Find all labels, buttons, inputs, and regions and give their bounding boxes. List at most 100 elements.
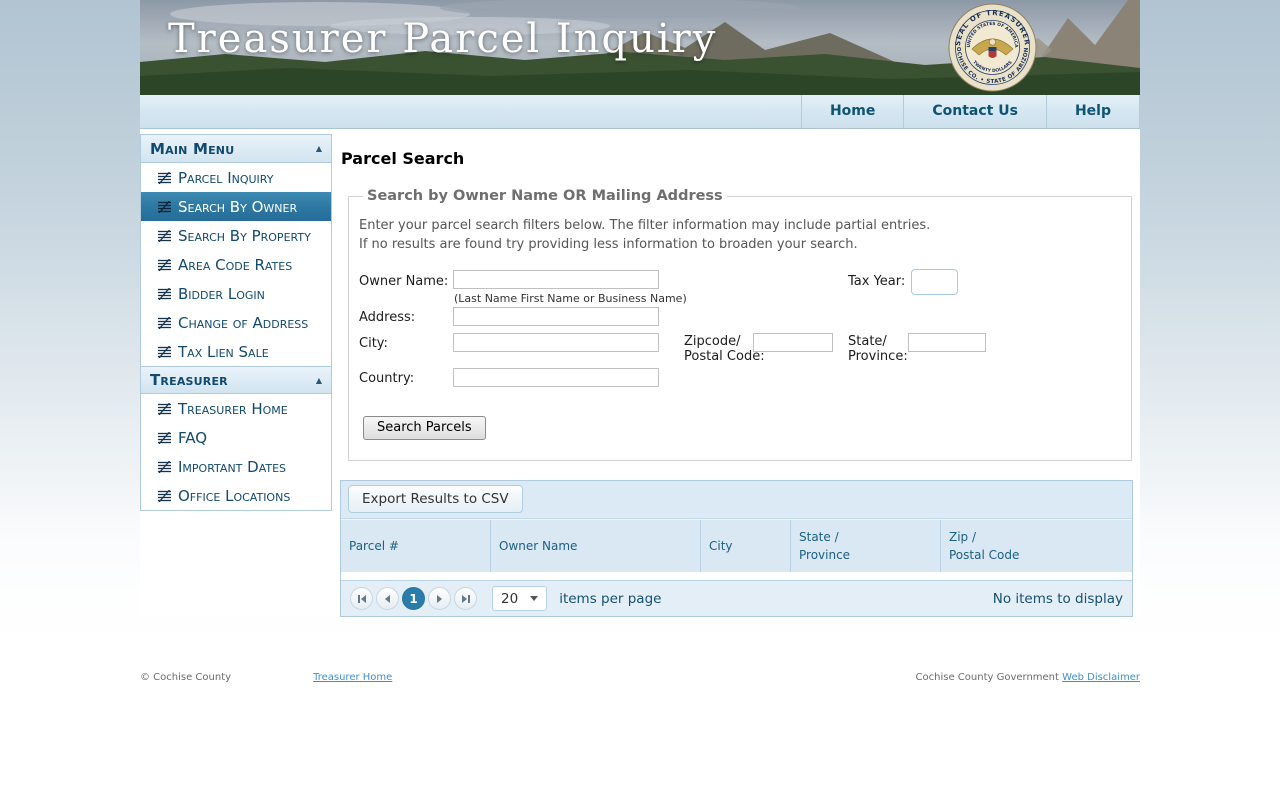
menu-doc-icon (158, 258, 171, 271)
sidebar-item-label: Important Dates (178, 457, 287, 476)
instructions-line1: Enter your parcel search filters below. … (359, 218, 931, 233)
footer-government-text: Cochise County Government Web Disclaimer (915, 672, 1140, 683)
country-input[interactable] (453, 368, 659, 387)
footer: © Cochise County Treasurer Home Cochise … (140, 672, 1140, 683)
page-container: Treasurer Parcel Inquiry SEAL OF TREASUR… (140, 0, 1140, 683)
sidebar-header-treasurer[interactable]: Treasurer ▲ (141, 366, 331, 394)
tax-year-input[interactable] (911, 269, 958, 295)
fieldset-legend: Search by Owner Name OR Mailing Address (367, 188, 723, 204)
city-input[interactable] (453, 333, 659, 352)
menu-doc-icon (158, 460, 171, 473)
sidebar-item-label: Area Code Rates (178, 255, 293, 274)
instructions: Enter your parcel search filters below. … (359, 216, 1121, 254)
sidebar-item-label: Change of Address (178, 313, 309, 332)
sidebar-group-main-menu: Main Menu ▲ Parcel Inquiry Search By Own… (141, 135, 331, 366)
grid-empty-body (341, 572, 1132, 580)
sidebar-item-important-dates[interactable]: Important Dates (141, 452, 331, 481)
column-header-state-province[interactable]: State / Province (791, 520, 941, 572)
menu-doc-icon (158, 402, 171, 415)
sidebar-item-tax-lien-sale[interactable]: Tax Lien Sale (141, 337, 331, 366)
collapse-arrow-icon: ▲ (315, 144, 322, 153)
last-page-icon (461, 594, 467, 603)
sidebar-item-parcel-inquiry[interactable]: Parcel Inquiry (141, 163, 331, 192)
state-input[interactable] (908, 333, 986, 352)
sidebar-item-label: Tax Lien Sale (178, 342, 269, 361)
content-area: Main Menu ▲ Parcel Inquiry Search By Own… (140, 129, 1140, 617)
sidebar-item-label: Search By Owner (178, 197, 298, 216)
export-csv-button[interactable]: Export Results to CSV (348, 485, 523, 513)
sidebar-item-treasurer-home[interactable]: Treasurer Home (141, 394, 331, 423)
sidebar-group-treasurer: Treasurer ▲ Treasurer Home FAQ Important… (141, 366, 331, 510)
pager-last-button[interactable] (454, 587, 477, 610)
sidebar-item-search-by-property[interactable]: Search By Property (141, 221, 331, 250)
chevron-down-icon (530, 596, 539, 601)
previous-page-icon (385, 594, 390, 603)
menu-doc-icon (158, 287, 171, 300)
sidebar-item-change-of-address[interactable]: Change of Address (141, 308, 331, 337)
web-disclaimer-link[interactable]: Web Disclaimer (1062, 672, 1140, 683)
sidebar-header-main-menu[interactable]: Main Menu ▲ (141, 135, 331, 163)
sidebar-item-label: FAQ (178, 428, 208, 447)
column-header-parcel[interactable]: Parcel # (341, 520, 491, 572)
address-input[interactable] (453, 307, 659, 326)
instructions-line2: If no results are found try providing le… (359, 237, 858, 252)
column-header-owner-name[interactable]: Owner Name (491, 520, 701, 572)
sidebar-item-faq[interactable]: FAQ (141, 423, 331, 452)
menu-doc-icon (158, 489, 171, 502)
pager-page-1-button[interactable]: 1 (402, 587, 425, 610)
results-grid: Export Results to CSV Parcel # Owner Nam… (340, 480, 1133, 617)
items-per-page-label: items per page (559, 590, 662, 607)
menu-doc-icon (158, 316, 171, 329)
collapse-arrow-icon: ▲ (315, 375, 322, 385)
country-label: Country: (359, 371, 415, 386)
owner-name-input[interactable] (453, 270, 659, 289)
search-form: Owner Name: (Last Name First Name or Bus… (359, 266, 1121, 404)
column-header-city[interactable]: City (701, 520, 791, 572)
column-header-zip-postal[interactable]: Zip / Postal Code (941, 520, 1132, 572)
state-label: State/ Province: (848, 334, 908, 364)
pager-previous-button[interactable] (376, 587, 399, 610)
pager-first-button[interactable] (350, 587, 373, 610)
nav-contact-us[interactable]: Contact Us (903, 95, 1046, 128)
grid-toolbar: Export Results to CSV (341, 481, 1132, 519)
sidebar-item-label: Treasurer Home (178, 399, 288, 418)
tax-year-label: Tax Year: (848, 274, 906, 289)
site-title: Treasurer Parcel Inquiry (168, 16, 718, 62)
sidebar-item-search-by-owner[interactable]: Search By Owner (141, 192, 331, 221)
search-fieldset: Search by Owner Name OR Mailing Address … (348, 188, 1132, 461)
main-panel: Parcel Search Search by Owner Name OR Ma… (332, 134, 1140, 617)
owner-name-label: Owner Name: (359, 274, 449, 289)
address-label: Address: (359, 310, 416, 325)
sidebar-item-bidder-login[interactable]: Bidder Login (141, 279, 331, 308)
search-parcels-button[interactable]: Search Parcels (363, 416, 486, 440)
top-navbar: Home Contact Us Help (140, 95, 1140, 129)
sidebar-item-office-locations[interactable]: Office Locations (141, 481, 331, 510)
sidebar-item-area-code-rates[interactable]: Area Code Rates (141, 250, 331, 279)
sidebar-item-label: Office Locations (178, 486, 291, 505)
menu-doc-icon (158, 171, 171, 184)
nav-home[interactable]: Home (800, 95, 903, 128)
nav-help[interactable]: Help (1045, 95, 1140, 128)
sidebar-item-label: Parcel Inquiry (178, 168, 274, 187)
banner: Treasurer Parcel Inquiry SEAL OF TREASUR… (140, 0, 1140, 95)
menu-doc-icon (158, 229, 171, 242)
sidebar-header-label: Main Menu (150, 139, 235, 158)
sidebar-item-label: Bidder Login (178, 284, 265, 303)
sidebar: Main Menu ▲ Parcel Inquiry Search By Own… (140, 134, 332, 511)
menu-doc-icon (158, 200, 171, 213)
page-size-dropdown[interactable]: 20 (492, 586, 548, 611)
grid-header-row: Parcel # Owner Name City State / Provinc… (341, 519, 1132, 572)
grid-pager: 1 20 items per page No items to display (341, 580, 1132, 616)
page-title: Parcel Search (341, 149, 465, 168)
menu-doc-icon (158, 431, 171, 444)
copyright-text: © Cochise County (140, 672, 232, 683)
treasurer-seal: SEAL OF TREASURER COCHISE CO. • STATE OF… (948, 3, 1037, 92)
pager-status: No items to display (992, 590, 1123, 607)
zipcode-input[interactable] (753, 333, 833, 352)
footer-treasurer-home-link[interactable]: Treasurer Home (313, 672, 392, 683)
owner-name-hint: (Last Name First Name or Business Name) (454, 292, 687, 305)
pager-next-button[interactable] (428, 587, 451, 610)
city-label: City: (359, 336, 388, 351)
first-page-icon (357, 594, 360, 603)
page-size-value: 20 (501, 590, 519, 607)
